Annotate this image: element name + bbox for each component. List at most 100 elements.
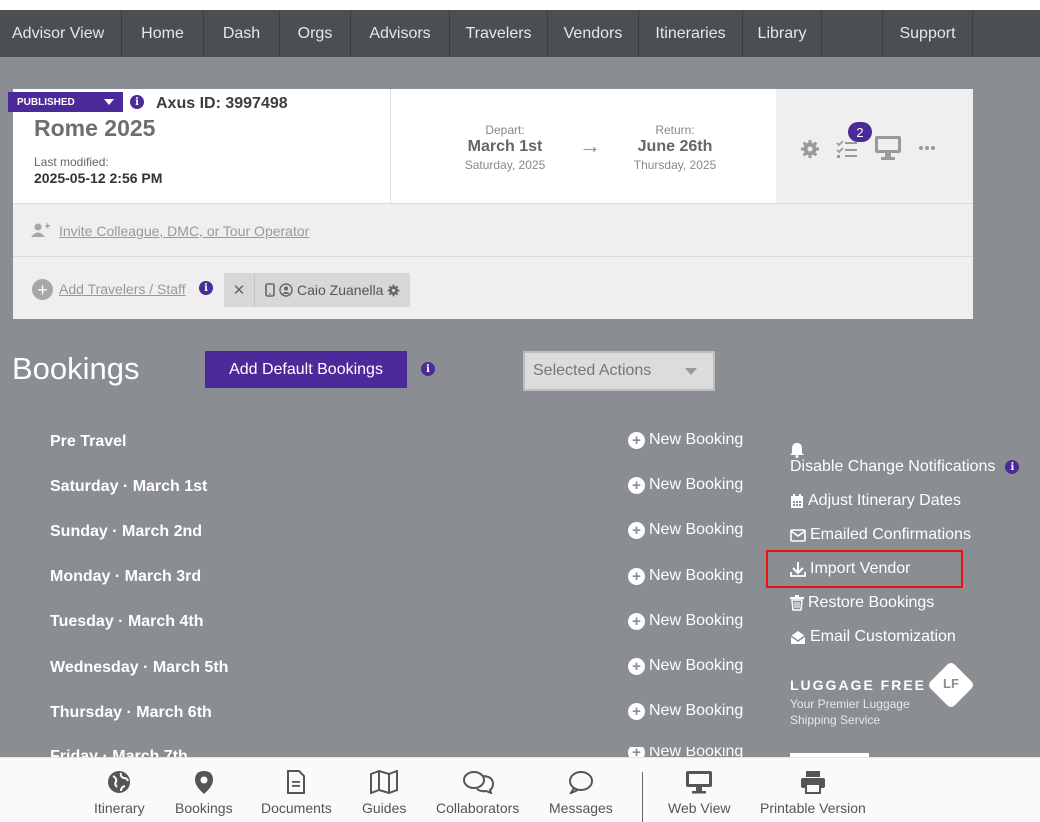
new-booking-button[interactable]: + New Booking (628, 702, 743, 720)
new-booking-label: New Booking (649, 612, 744, 629)
invite-row: Invite Colleague, DMC, or Tour Operator (13, 203, 973, 257)
new-booking-button[interactable]: + New Booking (628, 521, 743, 539)
plus-circle-icon: + (628, 431, 645, 449)
return-block: Return: June 26th Thursday, 2025 (605, 123, 745, 172)
toolbar-printable-version[interactable]: Printable Version (760, 770, 866, 816)
calendar-icon (791, 493, 803, 508)
remove-traveler-button[interactable]: ✕ (224, 273, 255, 307)
new-booking-label: New Booking (649, 521, 744, 538)
day-label: Thursday · March 6th (50, 704, 212, 721)
tasks-count-badge: 2 (848, 122, 872, 142)
nav-home[interactable]: Home (122, 10, 204, 57)
mobile-icon (265, 283, 275, 297)
page-title[interactable]: Rome 2025 (34, 115, 155, 142)
bell-icon (790, 443, 804, 458)
day-label: Saturday · March 1st (50, 478, 208, 495)
message-bubble-icon (568, 771, 593, 794)
gear-icon[interactable] (800, 139, 820, 159)
info-icon[interactable]: i (1005, 460, 1020, 474)
toolbar-itinerary[interactable]: Itinerary (94, 770, 145, 816)
trip-dates[interactable]: Depart: March 1st Saturday, 2025 → Retur… (390, 89, 776, 203)
new-booking-button[interactable]: + New Booking (628, 612, 743, 630)
toolbar-separator (642, 772, 643, 822)
nav-orgs[interactable]: Orgs (280, 10, 351, 57)
new-booking-label: New Booking (649, 702, 744, 719)
return-weekday: Thursday, 2025 (633, 158, 717, 172)
status-dropdown[interactable]: PUBLISHED (8, 92, 123, 112)
user-circle-icon (279, 283, 293, 297)
toolbar-documents[interactable]: Documents (261, 770, 332, 816)
disable-notifications-label: Disable Change Notifications (790, 458, 996, 475)
day-label: Wednesday · March 5th (50, 659, 229, 676)
toolbar-collaborators[interactable]: Collaborators (436, 770, 519, 816)
nav-travelers[interactable]: Travelers (450, 10, 548, 57)
caret-down-icon (104, 99, 114, 105)
new-booking-button[interactable]: + New Booking (628, 747, 743, 757)
day-label: Sunday · March 2nd (50, 523, 203, 540)
traveler-name: Caio Zuanella (297, 282, 384, 298)
user-plus-icon (31, 223, 50, 237)
plus-circle-icon: + (628, 747, 645, 757)
nav-dash[interactable]: Dash (204, 10, 280, 57)
nav-spacer (822, 10, 883, 57)
bottom-toolbar: Itinerary Bookings Documents Guides Coll… (0, 757, 1040, 822)
document-icon (287, 770, 306, 794)
luggage-free-logo-text: LF (943, 676, 959, 691)
invite-link[interactable]: Invite Colleague, DMC, or Tour Operator (59, 223, 309, 239)
toolbar-web-view[interactable]: Web View (668, 770, 731, 816)
new-booking-button[interactable]: + New Booking (628, 431, 743, 449)
toolbar-web-view-label: Web View (668, 800, 731, 816)
highlight-box (766, 550, 963, 588)
nav-vendors[interactable]: Vendors (548, 10, 639, 57)
top-nav: Advisor View Home Dash Orgs Advisors Tra… (0, 10, 1040, 57)
task-list-icon[interactable] (836, 139, 858, 159)
envelope-open-icon (790, 630, 806, 644)
nav-support[interactable]: Support (883, 10, 973, 57)
adjust-dates-button[interactable]: Adjust Itinerary Dates (790, 492, 961, 510)
printer-icon (800, 771, 825, 794)
nav-itineraries[interactable]: Itineraries (639, 10, 743, 57)
restore-bookings-label: Restore Bookings (808, 594, 935, 611)
emailed-confirmations-button[interactable]: Emailed Confirmations (790, 526, 971, 544)
traveler-chip-body[interactable]: Caio Zuanella (255, 282, 410, 298)
luggage-free-subtitle: Your Premier Luggage Shipping Service (790, 697, 910, 727)
emailed-confirmations-label: Emailed Confirmations (810, 526, 971, 543)
plus-circle-icon: + (628, 702, 645, 720)
toolbar-guides[interactable]: Guides (362, 770, 406, 816)
add-travelers-link[interactable]: Add Travelers / Staff (59, 281, 186, 297)
return-label: Return: (655, 123, 695, 137)
toolbar-documents-label: Documents (261, 800, 332, 816)
nav-library[interactable]: Library (743, 10, 822, 57)
toolbar-bookings-label: Bookings (175, 800, 233, 816)
toolbar-messages[interactable]: Messages (549, 770, 613, 816)
restore-bookings-button[interactable]: Restore Bookings (790, 594, 934, 612)
axus-id: Axus ID: 3997498 (156, 95, 288, 112)
plus-circle-icon: + (628, 657, 645, 675)
depart-label: Depart: (485, 123, 525, 137)
new-booking-button[interactable]: + New Booking (628, 567, 743, 585)
luggage-free-title[interactable]: LUGGAGE FREE (790, 677, 926, 693)
new-booking-button[interactable]: + New Booking (628, 476, 743, 494)
nav-brand[interactable]: Advisor View (0, 10, 122, 57)
email-customization-button[interactable]: Email Customization (790, 628, 956, 646)
toolbar-printable-version-label: Printable Version (760, 800, 866, 816)
new-booking-label: New Booking (649, 431, 744, 448)
status-label: PUBLISHED (17, 96, 75, 108)
disable-notifications-button[interactable]: Disable Change Notifications i (790, 458, 1020, 476)
arrow-right-icon: → (579, 133, 601, 158)
new-booking-label: New Booking (649, 476, 744, 493)
info-icon[interactable]: i (421, 362, 435, 376)
toolbar-bookings[interactable]: Bookings (175, 770, 233, 816)
add-default-bookings-button[interactable]: Add Default Bookings (205, 351, 407, 388)
bookings-heading: Bookings (12, 351, 140, 386)
add-circle-icon[interactable]: + (32, 279, 53, 300)
gear-icon[interactable] (387, 284, 400, 297)
new-booking-button[interactable]: + New Booking (628, 657, 743, 675)
itinerary-card: PUBLISHED i Axus ID: 3997498 Rome 2025 L… (8, 89, 973, 319)
selected-actions-select[interactable]: Selected Actions (523, 351, 715, 391)
info-icon[interactable]: i (199, 281, 213, 295)
monitor-icon[interactable] (874, 135, 902, 161)
nav-advisors[interactable]: Advisors (351, 10, 450, 57)
info-icon[interactable]: i (130, 95, 144, 109)
more-options-icon[interactable] (918, 145, 936, 151)
